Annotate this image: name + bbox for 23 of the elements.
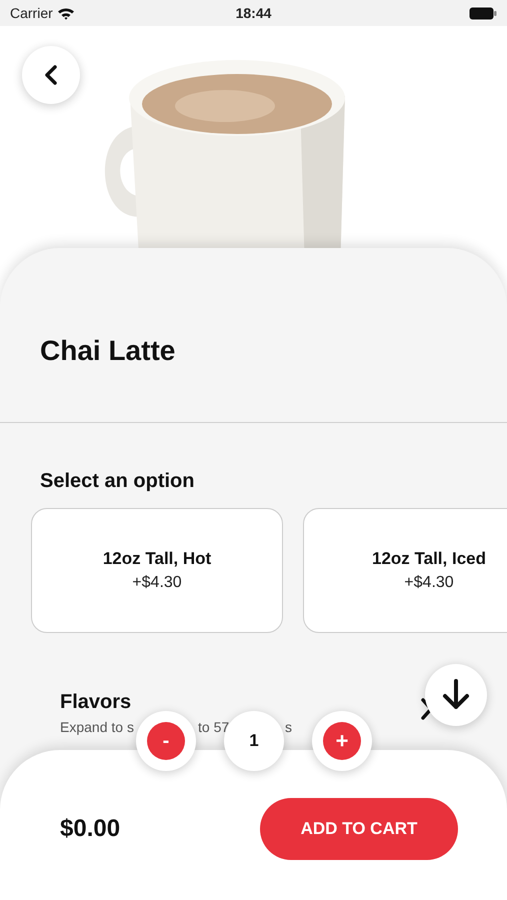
flavors-subtitle: to 57 [198,718,230,737]
wifi-icon [56,6,75,20]
back-button[interactable] [22,46,80,104]
option-price: +$4.30 [132,573,182,594]
add-to-cart-button[interactable]: ADD TO CART [260,798,458,860]
section-title: Select an option [40,469,196,494]
flavors-subtitle: Expand to s [60,718,134,737]
flavors-title: Flavors [60,690,132,715]
carrier-label: Carrier [10,4,53,22]
decrease-button[interactable]: - [147,722,185,760]
option-price: +$4.30 [404,573,454,594]
arrow-down-icon [441,679,471,711]
flavors-subtitle: s [285,718,292,737]
option-name: 12oz Tall, Hot [102,548,212,570]
option-name: 12oz Tall, Iced [372,548,486,570]
total-price: $0.00 [60,814,120,844]
option-card[interactable]: 12oz Tall, Hot +$4.30 [31,508,283,633]
clock: 18:44 [236,4,272,22]
option-card[interactable]: 12oz Tall, Iced +$4.30 [303,508,507,633]
increase-button[interactable]: + [323,722,361,760]
product-title: Chai Latte [40,334,176,368]
battery-icon [469,6,497,20]
back-icon [43,65,59,85]
